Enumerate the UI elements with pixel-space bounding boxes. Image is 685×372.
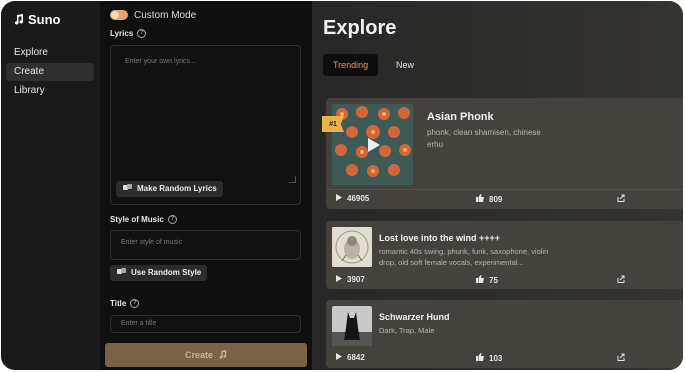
song-tags: Dark, Trap, Male bbox=[379, 326, 435, 335]
song-title[interactable]: Schwarzer Hund bbox=[379, 312, 450, 322]
play-icon bbox=[336, 353, 342, 362]
create-button-label: Create bbox=[184, 350, 213, 360]
thumbs-up-icon bbox=[476, 353, 484, 363]
music-note-icon bbox=[13, 14, 24, 25]
help-icon[interactable]: ? bbox=[130, 299, 140, 308]
share-icon bbox=[617, 194, 625, 204]
song-title[interactable]: Lost love into the wind ++++ bbox=[379, 233, 500, 243]
use-random-style-label: Use Random Style bbox=[131, 268, 202, 277]
lyrics-label: Lyrics ? bbox=[110, 29, 147, 38]
make-random-lyrics-button[interactable]: Make Random Lyrics bbox=[116, 181, 223, 197]
resize-handle[interactable] bbox=[289, 176, 296, 183]
play-count[interactable]: 6842 bbox=[336, 353, 365, 362]
share-button[interactable] bbox=[617, 194, 625, 204]
help-icon[interactable]: ? bbox=[137, 29, 147, 38]
help-icon[interactable]: ? bbox=[167, 215, 177, 224]
song-tags: phonk, clean shamisen, chinese erhu bbox=[427, 128, 541, 149]
song-card[interactable]: Lost love into the wind ++++ romantic 40… bbox=[326, 221, 683, 289]
play-icon bbox=[336, 275, 342, 284]
window-frame: Suno Explore Create Library Custom Mode … bbox=[0, 0, 685, 372]
play-count-value: 46905 bbox=[347, 194, 370, 203]
play-count[interactable]: 46905 bbox=[336, 194, 369, 203]
like-count-value: 103 bbox=[489, 353, 503, 363]
title-label-text: Title bbox=[110, 299, 127, 308]
make-random-lyrics-label: Make Random Lyrics bbox=[137, 184, 217, 193]
style-input[interactable]: Enter style of music bbox=[110, 230, 301, 260]
sidebar: Suno Explore Create Library bbox=[1, 1, 100, 370]
brand-name: Suno bbox=[28, 12, 61, 27]
song-card[interactable]: #1 Asian Phonk phonk, clean shamisen, ch… bbox=[322, 98, 683, 209]
create-panel: Custom Mode Lyrics ? Enter your own lyri… bbox=[100, 1, 312, 370]
lyrics-textarea[interactable]: Enter your own lyrics... Make Random Lyr… bbox=[110, 45, 301, 205]
explore-main: Explore Trending New #1 Asian Phonk phon… bbox=[312, 1, 683, 370]
like-count[interactable]: 103 bbox=[476, 353, 502, 363]
music-note-icon bbox=[218, 349, 227, 361]
style-label-text: Style of Music bbox=[110, 215, 164, 224]
create-button[interactable]: Create bbox=[105, 343, 307, 367]
tab-new[interactable]: New bbox=[386, 54, 424, 76]
share-icon bbox=[617, 353, 625, 363]
lyrics-placeholder: Enter your own lyrics... bbox=[125, 58, 196, 65]
page-title: Explore bbox=[323, 17, 397, 39]
play-count-value: 6842 bbox=[347, 353, 365, 362]
title-input[interactable]: Enter a title bbox=[110, 315, 301, 333]
song-cover-image[interactable] bbox=[332, 306, 372, 346]
tab-trending[interactable]: Trending bbox=[323, 54, 379, 76]
sidebar-item-create[interactable]: Create bbox=[6, 63, 94, 81]
like-count-value: 809 bbox=[489, 194, 503, 204]
custom-mode-label: Custom Mode bbox=[134, 10, 197, 21]
title-label: Title ? bbox=[110, 299, 140, 308]
brand-logo[interactable]: Suno bbox=[13, 12, 61, 27]
style-label: Style of Music ? bbox=[110, 215, 177, 224]
custom-mode-toggle[interactable] bbox=[110, 10, 128, 20]
dice-icon bbox=[123, 181, 132, 197]
song-card[interactable]: Schwarzer Hund Dark, Trap, Male 6842 103 bbox=[326, 300, 683, 368]
like-count-value: 75 bbox=[489, 275, 498, 285]
song-title[interactable]: Asian Phonk bbox=[427, 111, 494, 123]
lyrics-label-text: Lyrics bbox=[110, 29, 134, 38]
use-random-style-button[interactable]: Use Random Style bbox=[110, 265, 208, 281]
song-cover-image[interactable] bbox=[332, 227, 372, 267]
thumbs-up-icon bbox=[476, 194, 484, 204]
song-cover-image[interactable] bbox=[332, 104, 413, 185]
share-button[interactable] bbox=[617, 353, 625, 363]
play-icon bbox=[336, 194, 342, 203]
like-count[interactable]: 809 bbox=[476, 194, 502, 204]
share-icon bbox=[617, 275, 625, 285]
sidebar-item-library[interactable]: Library bbox=[6, 82, 94, 100]
dice-icon bbox=[117, 265, 126, 281]
thumbs-up-icon bbox=[476, 275, 484, 285]
song-tags: romantic 40s swing, phunk, funk, saxopho… bbox=[379, 247, 549, 268]
app-window: Suno Explore Create Library Custom Mode … bbox=[1, 1, 683, 370]
like-count[interactable]: 75 bbox=[476, 275, 498, 285]
divider bbox=[326, 189, 683, 190]
play-count-value: 3907 bbox=[347, 275, 365, 284]
share-button[interactable] bbox=[617, 275, 625, 285]
sidebar-item-explore[interactable]: Explore bbox=[6, 44, 94, 62]
play-count[interactable]: 3907 bbox=[336, 275, 365, 284]
